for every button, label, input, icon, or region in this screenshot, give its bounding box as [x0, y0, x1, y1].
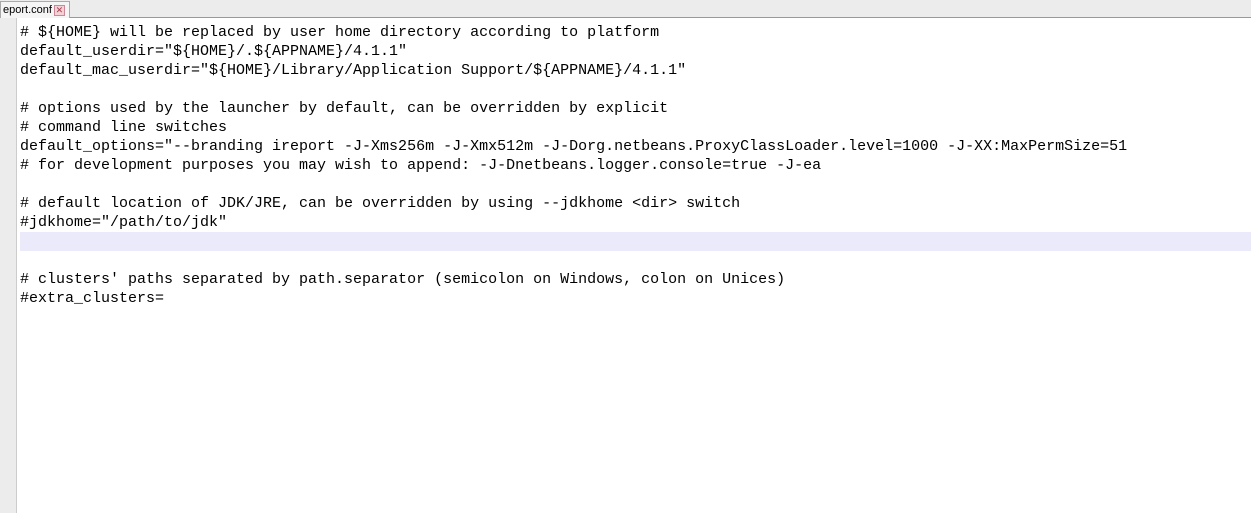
editor-line[interactable]: [20, 251, 1251, 270]
editor-line[interactable]: # for development purposes you may wish …: [20, 156, 1251, 175]
editor-container: # ${HOME} will be replaced by user home …: [0, 18, 1251, 513]
editor-line[interactable]: # default location of JDK/JRE, can be ov…: [20, 194, 1251, 213]
editor-line[interactable]: #jdkhome="/path/to/jdk": [20, 213, 1251, 232]
tab-label: eport.conf: [3, 3, 52, 17]
editor-line[interactable]: [20, 175, 1251, 194]
editor-line[interactable]: default_options="--branding ireport -J-X…: [20, 137, 1251, 156]
file-tab[interactable]: eport.conf ✕: [0, 1, 70, 18]
tab-bar: eport.conf ✕: [0, 0, 1251, 18]
editor-line[interactable]: #extra_clusters=: [20, 289, 1251, 308]
editor-line[interactable]: # options used by the launcher by defaul…: [20, 99, 1251, 118]
editor-line[interactable]: # ${HOME} will be replaced by user home …: [20, 23, 1251, 42]
editor-line[interactable]: [20, 232, 1251, 251]
editor-line[interactable]: default_mac_userdir="${HOME}/Library/App…: [20, 61, 1251, 80]
editor-line[interactable]: # clusters' paths separated by path.sepa…: [20, 270, 1251, 289]
code-editor[interactable]: # ${HOME} will be replaced by user home …: [17, 18, 1251, 513]
editor-line[interactable]: [20, 80, 1251, 99]
editor-line[interactable]: # command line switches: [20, 118, 1251, 137]
close-icon[interactable]: ✕: [54, 5, 65, 16]
editor-gutter: [0, 18, 17, 513]
editor-line[interactable]: default_userdir="${HOME}/.${APPNAME}/4.1…: [20, 42, 1251, 61]
